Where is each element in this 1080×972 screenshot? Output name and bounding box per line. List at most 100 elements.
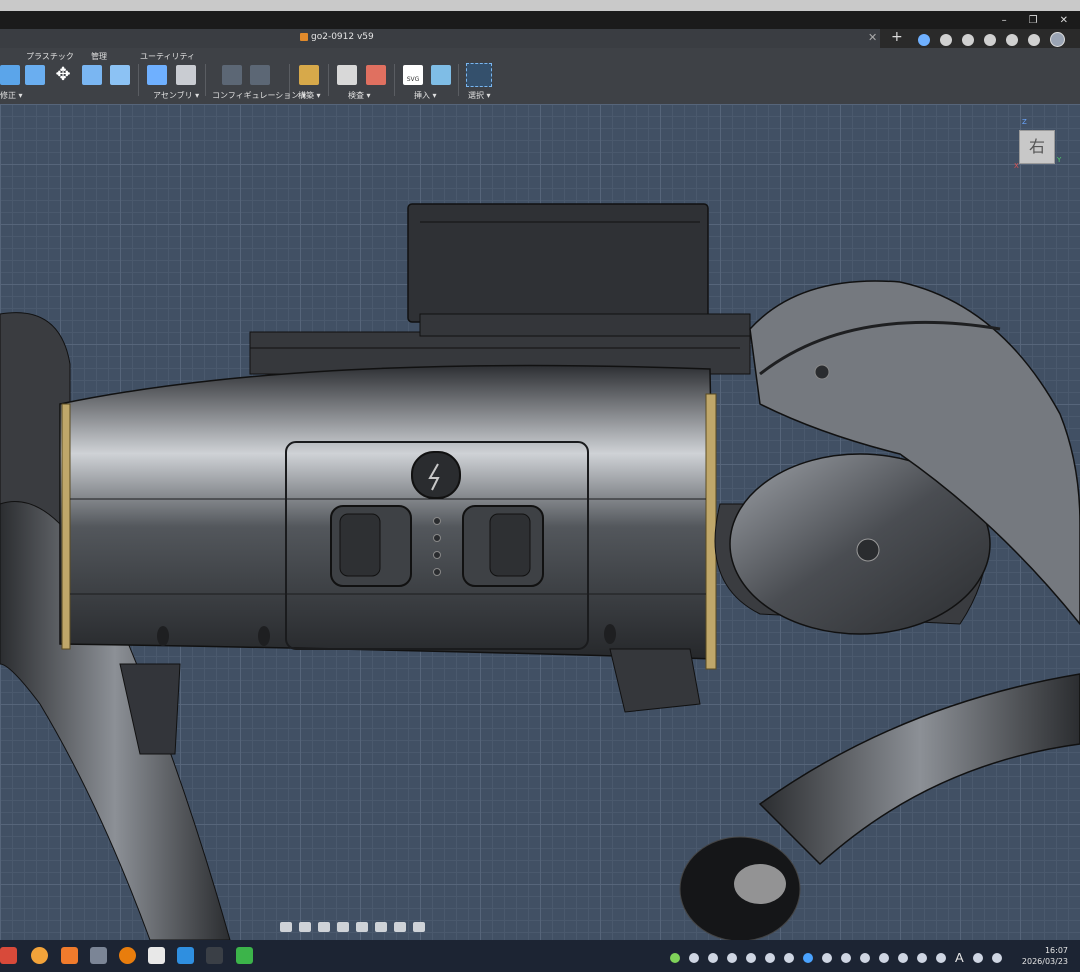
nvidia-icon[interactable] [670,952,680,963]
chrome-icon[interactable] [31,947,48,964]
viewcube-face-label: 右 [1028,137,1045,156]
taskbar: A 16:07 2026/03/23 [0,940,1080,972]
insert-svg-icon[interactable]: SVG [403,65,423,85]
tray-app-icon[interactable] [936,952,946,963]
tray-app-icon[interactable] [822,952,832,963]
tab-close-button[interactable]: ✕ [868,31,877,44]
cube-app-icon[interactable] [90,947,107,964]
view-cube[interactable]: 右 [1019,130,1055,164]
toolbar-ribbon: プラスチック 管理 ユーティリティ ✥ SVG 修正 ▾ アセンブリ ▾ コンフ… [0,48,1080,104]
tray-app-icon[interactable] [917,952,927,963]
tab-bar: go2-0912 v59 ✕ + [0,29,1080,48]
robot-model [0,203,1080,940]
look-at-icon[interactable] [299,922,311,932]
close-window-button[interactable]: ✕ [1060,15,1068,26]
viewports-icon[interactable] [413,922,425,932]
group-label-plastic: プラスチック [26,52,74,61]
config-add-icon[interactable] [250,65,270,85]
ve-app-icon[interactable] [148,947,165,964]
modify-menu[interactable]: 修正 ▾ [0,90,23,101]
interference-tool-icon[interactable] [366,65,386,85]
davinci-resolve-icon[interactable] [0,947,17,964]
document-title: go2-0912 v59 [300,32,374,42]
minimize-button[interactable]: – [1002,15,1007,26]
bluetooth-icon[interactable] [803,952,813,963]
canvas-viewport[interactable]: Z 右 Y X [0,104,1080,940]
tray-app-icon[interactable] [841,952,851,963]
terminal-icon[interactable] [206,947,223,964]
vscode-icon[interactable] [177,947,194,964]
manage-tool-icon[interactable] [110,65,130,85]
blender-icon[interactable] [119,947,136,964]
display-settings-icon[interactable] [375,922,387,932]
right-lower-leg [679,673,1080,940]
box-icon [300,33,308,41]
tray-app-icon[interactable] [784,952,794,963]
online-icon[interactable] [984,33,996,46]
tray-app-icon[interactable] [689,952,699,963]
volume-icon[interactable] [991,952,1002,963]
network-icon[interactable] [972,952,983,963]
ribbon-separator [138,64,139,96]
grid-settings-icon[interactable] [394,922,406,932]
extensions-icon[interactable] [940,33,952,46]
tray-app-icon[interactable] [746,952,756,963]
measure-tool-icon[interactable] [337,65,357,85]
tray-app-icon[interactable] [727,952,737,963]
svg-badge: SVG [406,76,420,83]
photo-border [0,0,1080,11]
ime-indicator[interactable]: A [955,950,964,965]
move-tool-icon[interactable]: ✥ [53,65,73,85]
upload-icon[interactable] [918,33,930,46]
ribbon-separator [328,64,329,96]
modify-tool-icon[interactable] [0,65,20,85]
document-tab[interactable]: go2-0912 v59 ✕ [0,29,880,48]
fusion-app-icon[interactable] [61,947,78,964]
inspect-menu[interactable]: 検査 ▾ [348,90,371,101]
job-status-icon[interactable] [962,33,974,46]
tray-app-icon[interactable] [708,952,718,963]
notification-bell-icon[interactable] [1006,33,1018,46]
configuration-menu[interactable]: コンフィギュレーション ▾ [212,90,306,101]
assembly-menu[interactable]: アセンブリ ▾ [153,90,199,101]
cloud-icon[interactable] [879,952,889,963]
shell-tool-icon[interactable] [25,65,45,85]
viewcube-axis-z: Z [1022,118,1027,126]
viewcube-axis-y: Y [1057,156,1062,164]
help-icon[interactable] [1028,33,1040,46]
pan-icon[interactable] [318,922,330,932]
tray-app-icon[interactable] [898,952,908,963]
group-label-utility: ユーティリティ [140,52,196,61]
select-tool-icon[interactable] [466,63,492,87]
config-table-icon[interactable] [222,65,242,85]
viewcube-axis-x: X [1014,162,1019,170]
zoom-icon[interactable] [337,922,349,932]
new-component-icon[interactable] [147,65,167,85]
group-label-manage: 管理 [91,52,107,61]
robot-body [59,364,717,713]
joint-tool-icon[interactable] [176,65,196,85]
tray-app-icon[interactable] [860,952,870,963]
window-controls: – ❐ ✕ [1002,11,1068,29]
fit-icon[interactable] [356,922,368,932]
ribbon-separator [394,64,395,96]
tray-app-icon[interactable] [765,952,775,963]
clock-time: 16:07 [1044,946,1068,955]
navigation-bar [280,918,425,936]
insert-menu[interactable]: 挿入 ▾ [414,90,437,101]
construct-plane-icon[interactable] [299,65,319,85]
select-menu[interactable]: 選択 ▾ [468,90,491,101]
user-avatar[interactable] [1050,32,1065,47]
maximize-button[interactable]: ❐ [1029,15,1038,26]
clock-date: 2026/03/23 [1021,957,1068,966]
align-tool-icon[interactable] [82,65,102,85]
new-tab-button[interactable]: + [891,29,903,45]
insert-image-icon[interactable] [431,65,451,85]
right-hip-joint [714,280,1080,635]
spreadsheet-app-icon[interactable] [236,947,253,964]
construct-menu[interactable]: 構築 ▾ [298,90,321,101]
clock[interactable]: 16:07 2026/03/23 [1022,945,1068,967]
orbit-icon[interactable] [280,922,292,932]
system-tray: A [670,950,1002,965]
header-icons [918,32,1065,47]
